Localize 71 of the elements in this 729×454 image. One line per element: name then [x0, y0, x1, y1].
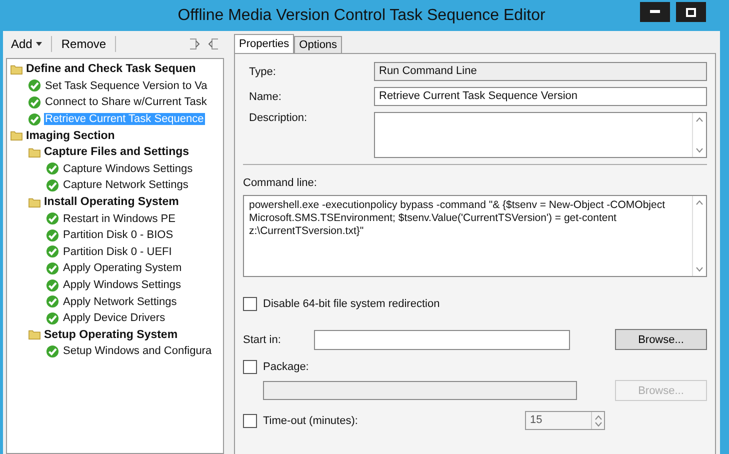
window-title: Offline Media Version Control Task Sequence Editor	[178, 6, 546, 24]
browse-button[interactable]: Browse...	[615, 329, 707, 350]
folder-icon	[28, 146, 41, 159]
tab[interactable]: Options	[294, 36, 342, 53]
check-icon	[46, 278, 59, 292]
check-icon	[46, 212, 59, 226]
scroll-down-icon[interactable]	[696, 267, 703, 272]
tree-group[interactable]: Capture Files and Settings	[44, 146, 190, 158]
scroll-up-icon[interactable]	[696, 117, 703, 122]
package-label: Package:	[263, 361, 309, 373]
command-line-label: Command line:	[243, 177, 318, 189]
timeout-spinner[interactable]: 15	[525, 411, 605, 430]
scroll-down-icon[interactable]	[594, 422, 602, 426]
tree-step[interactable]: Capture Windows Settings	[62, 162, 194, 175]
tree-step[interactable]: Partition Disk 0 - UEFI	[62, 246, 173, 258]
tree-group[interactable]: Imaging Section	[26, 130, 115, 142]
command-line-field[interactable]: powershell.exe -executionpolicy bypass -command "& {$tsenv = New-Object -COMObject Microsoft.SMS.TSEnvironment; $tsenv.Value('CurrentTSVersion') = get-content z:\CurrentTSversion.txt}"	[243, 195, 707, 277]
maximize-icon	[686, 8, 696, 16]
tree-step[interactable]: Partition Disk 0 - BIOS	[62, 229, 174, 242]
description-label: Description:	[248, 112, 308, 124]
check-icon	[46, 312, 59, 325]
start-in-label: Start in:	[243, 334, 282, 346]
check-icon	[46, 245, 59, 258]
tree-step[interactable]: Connect to Share w/Current Task	[44, 96, 208, 108]
folder-icon	[10, 129, 23, 142]
move-down-icon[interactable]	[208, 37, 220, 51]
tree-step[interactable]: Restart in Windows PE	[62, 212, 176, 225]
checkbox[interactable]	[243, 360, 257, 374]
tree-step[interactable]: Apply Operating System	[62, 262, 183, 274]
folder-icon	[28, 328, 41, 342]
type-label: Type:	[248, 66, 277, 78]
tree-step[interactable]: Set Task Sequence Version to Va	[44, 80, 208, 92]
folder-icon	[10, 62, 23, 76]
tree-group[interactable]: Define and Check Task Sequen	[26, 63, 196, 76]
scroll-up-icon[interactable]	[696, 200, 703, 205]
name-label: Name:	[248, 90, 282, 102]
tree-step[interactable]: Setup Windows and Configura	[62, 345, 213, 358]
check-icon	[46, 162, 59, 176]
timeout-label: Time-out (minutes):	[263, 414, 358, 426]
tree-step[interactable]: Apply Network Settings	[62, 296, 178, 308]
redirection-label: Disable 64-bit file system redirection	[263, 298, 440, 310]
check-icon	[46, 178, 59, 192]
folder-icon	[28, 196, 41, 209]
check-icon	[46, 344, 59, 358]
type-field: Run Command Line	[374, 62, 707, 81]
scroll-up-icon[interactable]	[594, 414, 602, 420]
check-icon	[46, 228, 59, 242]
remove-button[interactable]: Remove	[56, 36, 112, 52]
tree-step[interactable]: Capture Network Settings	[62, 179, 190, 192]
tree-step[interactable]: Apply Windows Settings	[62, 279, 182, 292]
check-icon	[46, 262, 59, 275]
minimize-icon	[650, 10, 660, 14]
add-button[interactable]: Add	[6, 36, 48, 52]
check-icon	[28, 112, 41, 126]
check-icon	[28, 79, 41, 92]
checkbox[interactable]	[243, 414, 257, 428]
scroll-down-icon[interactable]	[696, 148, 703, 153]
minimize-button[interactable]	[640, 2, 670, 22]
check-icon	[46, 295, 59, 308]
maximize-button[interactable]	[676, 2, 706, 22]
start-in-field[interactable]	[314, 330, 570, 350]
tree-group[interactable]: Setup Operating System	[44, 328, 178, 341]
move-up-icon[interactable]	[188, 37, 200, 51]
tree-step[interactable]: Apply Device Drivers	[62, 312, 166, 324]
description-field[interactable]	[374, 112, 707, 158]
checkbox[interactable]	[243, 297, 257, 311]
check-icon	[28, 96, 41, 109]
caret-icon	[36, 42, 42, 46]
tab[interactable]: Properties	[234, 34, 294, 53]
tree-group[interactable]: Install Operating System	[44, 196, 179, 208]
name-field[interactable]: Retrieve Current Task Sequence Version	[374, 87, 707, 106]
